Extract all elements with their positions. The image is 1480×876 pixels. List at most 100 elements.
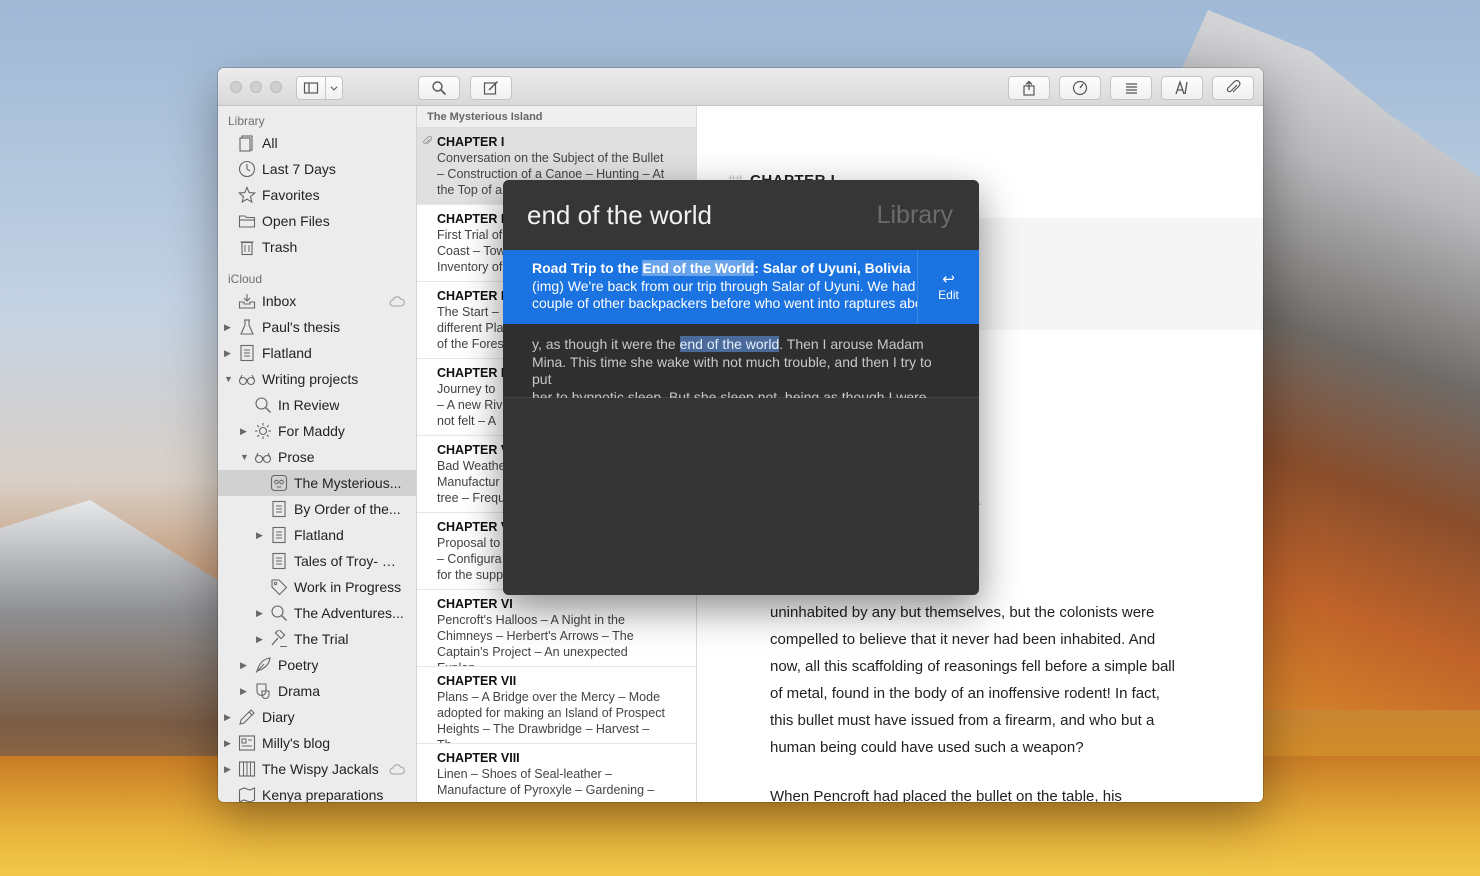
compose-button[interactable] — [470, 76, 512, 100]
note-item[interactable]: CHAPTER VI Pencroft's Halloos – A Night … — [417, 590, 696, 667]
disclosure-triangle-icon[interactable]: ▶ — [224, 764, 234, 775]
sidebar-item-for-maddy[interactable]: ▶ For Maddy — [218, 418, 416, 444]
disclosure-triangle-icon[interactable]: ▶ — [256, 530, 266, 541]
document-icon — [270, 500, 288, 518]
sidebar-item-prose[interactable]: ▼ Prose — [218, 444, 416, 470]
all-notes-icon — [238, 134, 256, 152]
sun-icon — [254, 422, 272, 440]
disclosure-triangle-icon[interactable]: ▶ — [256, 634, 266, 645]
sidebar-toggle-icon — [303, 82, 319, 94]
outline-button[interactable] — [1110, 76, 1152, 100]
sidebar-item-by-order-of-the[interactable]: By Order of the... — [218, 496, 416, 522]
cloud-icon — [389, 764, 405, 775]
star-icon — [238, 186, 256, 204]
sidebar-item-the-mysterious-island[interactable]: The Mysterious... — [218, 470, 416, 496]
search-match-highlight: End of the World — [642, 260, 755, 276]
close-window-button[interactable] — [230, 81, 242, 93]
mask-icon — [254, 682, 272, 700]
gavel-icon — [270, 630, 288, 648]
folder-icon — [238, 212, 256, 230]
sidebar-toggle-button[interactable] — [296, 76, 326, 100]
magnifier-icon — [254, 396, 272, 414]
sidebar-item-favorites[interactable]: Favorites — [218, 182, 416, 208]
search-result[interactable]: y, as though it were the end of the worl… — [503, 324, 979, 422]
search-results-empty-area — [503, 398, 979, 595]
search-header: end of the world Library — [503, 180, 979, 250]
toolbar — [218, 68, 1263, 106]
search-overlay: end of the world Library Road Trip to th… — [503, 180, 979, 595]
stats-button[interactable] — [1059, 76, 1101, 100]
magnifier-icon — [270, 604, 288, 622]
sidebar-item-last-7-days[interactable]: Last 7 Days — [218, 156, 416, 182]
return-key-icon: ↩ — [942, 271, 955, 288]
edit-result-button[interactable]: ↩ Edit — [917, 250, 979, 324]
attachment-button[interactable] — [1212, 76, 1254, 100]
glasses-icon — [238, 370, 256, 388]
sidebar-item-trash[interactable]: Trash — [218, 234, 416, 260]
disclosure-triangle-open-icon[interactable]: ▼ — [240, 452, 250, 462]
glasses-icon — [254, 448, 272, 466]
sidebar-item-in-review[interactable]: In Review — [218, 392, 416, 418]
zoom-window-button[interactable] — [270, 81, 282, 93]
disclosure-triangle-open-icon[interactable]: ▼ — [224, 374, 234, 384]
sidebar-item-the-wispy-jackals[interactable]: ▶ The Wispy Jackals — [218, 756, 416, 782]
search-query-input[interactable]: end of the world — [527, 200, 712, 231]
minimize-window-button[interactable] — [250, 81, 262, 93]
sidebar-item-drama[interactable]: ▶ Drama — [218, 678, 416, 704]
sidebar-section-icloud: iCloud — [228, 272, 263, 286]
sidebar-section-library: Library — [228, 114, 265, 128]
sidebar-item-pauls-thesis[interactable]: ▶ Paul's thesis — [218, 314, 416, 340]
disclosure-triangle-icon[interactable]: ▶ — [256, 608, 266, 619]
piano-icon — [238, 760, 256, 778]
disclosure-triangle-icon[interactable]: ▶ — [240, 660, 250, 671]
blog-icon — [238, 734, 256, 752]
typography-button[interactable] — [1161, 76, 1203, 100]
disclosure-triangle-icon[interactable]: ▶ — [224, 348, 234, 359]
disclosure-triangle-icon[interactable]: ▶ — [240, 686, 250, 697]
pencil-icon — [238, 708, 256, 726]
feather-icon — [254, 656, 272, 674]
search-button[interactable] — [418, 76, 460, 100]
clock-icon — [238, 160, 256, 178]
stats-icon — [1072, 80, 1088, 96]
sidebar-item-all[interactable]: All — [218, 130, 416, 156]
disclosure-triangle-icon[interactable]: ▶ — [224, 322, 234, 333]
sidebar-item-flatland-prose[interactable]: ▶ Flatland — [218, 522, 416, 548]
chevron-down-icon — [330, 86, 338, 91]
sidebar-item-kenya-preparations[interactable]: Kenya preparations — [218, 782, 416, 802]
map-icon — [238, 786, 256, 802]
search-scope-label[interactable]: Library — [877, 201, 953, 230]
sidebar-item-inbox[interactable]: Inbox — [218, 288, 416, 314]
inbox-icon — [238, 292, 256, 310]
search-result-selected[interactable]: Road Trip to the End of the World: Salar… — [503, 250, 979, 324]
typography-icon — [1175, 80, 1188, 95]
trash-icon — [238, 238, 256, 256]
attachment-icon — [423, 136, 432, 145]
outline-icon — [1126, 83, 1137, 94]
sidebar-item-the-trial[interactable]: ▶ The Trial — [218, 626, 416, 652]
disclosure-triangle-icon[interactable]: ▶ — [240, 426, 250, 437]
note-item[interactable]: CHAPTER VIII Linen – Shoes of Seal-leath… — [417, 744, 696, 802]
sidebar-item-the-adventures[interactable]: ▶ The Adventures... — [218, 600, 416, 626]
sidebar-item-millys-blog[interactable]: ▶ Milly's blog — [218, 730, 416, 756]
sidebar-item-flatland[interactable]: ▶ Flatland — [218, 340, 416, 366]
share-button[interactable] — [1008, 76, 1050, 100]
search-icon — [432, 81, 447, 96]
sidebar-item-diary[interactable]: ▶ Diary — [218, 704, 416, 730]
cloud-icon — [389, 296, 405, 307]
editor-next-paragraph: When Pencroft had placed the bullet on t… — [770, 788, 1122, 802]
share-icon — [1023, 80, 1035, 96]
note-item[interactable]: CHAPTER VII Plans – A Bridge over the Me… — [417, 667, 696, 744]
document-icon — [238, 344, 256, 362]
skull-icon — [270, 474, 288, 492]
sidebar-item-tales-of-troy[interactable]: Tales of Troy- Ul... — [218, 548, 416, 574]
sidebar-mode-dropdown[interactable] — [325, 76, 343, 100]
sidebar-item-open-files[interactable]: Open Files — [218, 208, 416, 234]
disclosure-triangle-icon[interactable]: ▶ — [224, 712, 234, 723]
sidebar-item-poetry[interactable]: ▶ Poetry — [218, 652, 416, 678]
disclosure-triangle-icon[interactable]: ▶ — [224, 738, 234, 749]
sidebar-item-writing-projects[interactable]: ▼ Writing projects — [218, 366, 416, 392]
sidebar-item-work-in-progress[interactable]: Work in Progress — [218, 574, 416, 600]
compose-icon — [483, 81, 498, 95]
attachment-icon — [1226, 80, 1241, 93]
